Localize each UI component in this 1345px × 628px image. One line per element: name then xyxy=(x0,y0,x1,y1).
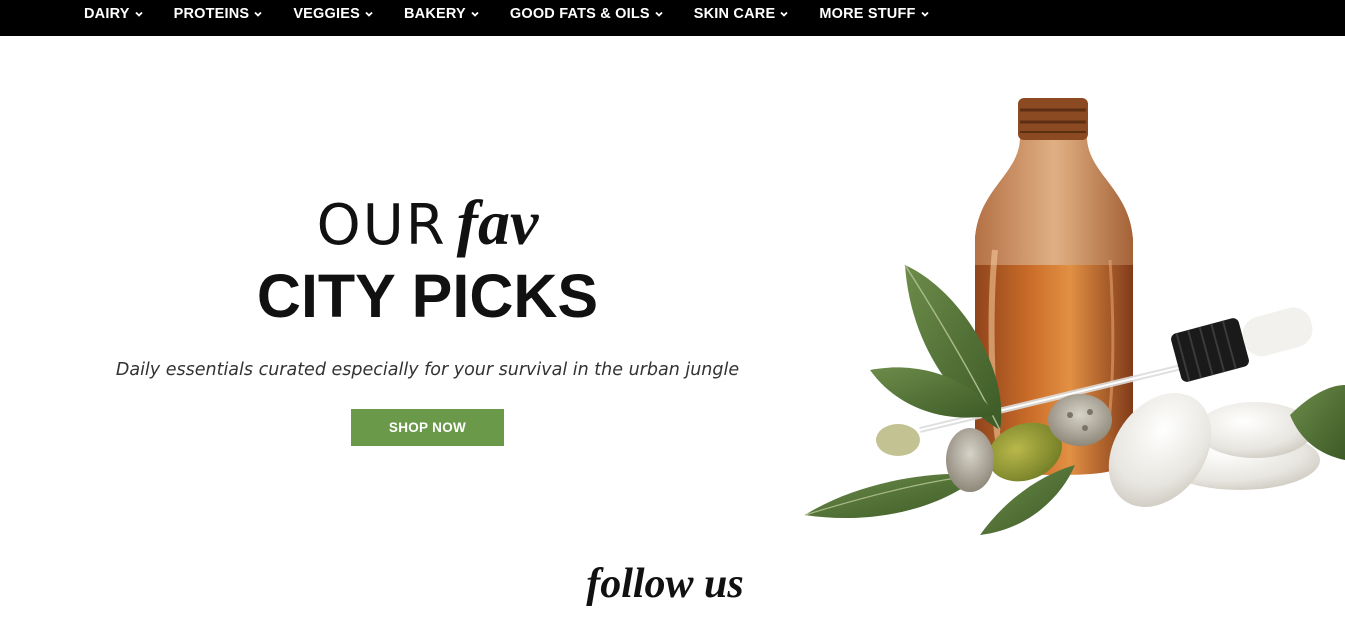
top-navigation: DAIRY PROTEINS VEGGIES BAKERY GOOD FATS … xyxy=(0,0,1345,36)
nav-item-label: PROTEINS xyxy=(173,5,250,22)
nav-item-label: GOOD FATS & OILS xyxy=(509,5,650,22)
chevron-down-icon xyxy=(779,9,789,19)
nav-menu: DAIRY PROTEINS VEGGIES BAKERY GOOD FATS … xyxy=(84,0,960,27)
chevron-down-icon xyxy=(134,9,144,19)
chevron-down-icon xyxy=(470,9,480,19)
chevron-down-icon xyxy=(654,9,664,19)
nav-item-label: MORE STUFF xyxy=(819,5,916,22)
nav-item-proteins[interactable]: PROTEINS xyxy=(174,6,264,22)
nav-item-skin-care[interactable]: SKIN CARE xyxy=(694,6,790,22)
follow-us-heading: follow us xyxy=(586,561,744,607)
hero-title-city-picks: CITY PICKS xyxy=(256,262,599,330)
nav-item-bakery[interactable]: BAKERY xyxy=(404,6,480,22)
nav-item-label: BAKERY xyxy=(403,5,466,22)
hero-product-image xyxy=(790,80,1345,550)
hero-subtitle: Daily essentials curated especially for … xyxy=(115,360,740,380)
shop-now-button[interactable]: SHOP NOW xyxy=(351,409,504,446)
chevron-down-icon xyxy=(364,9,374,19)
nav-item-label: SKIN CARE xyxy=(693,5,776,22)
page: DAIRY PROTEINS VEGGIES BAKERY GOOD FATS … xyxy=(0,0,1345,628)
nav-item-label: DAIRY xyxy=(84,5,130,22)
hero-title-our: OUR xyxy=(316,193,447,258)
chevron-down-icon xyxy=(253,9,263,19)
nav-item-label: VEGGIES xyxy=(293,5,360,22)
nav-item-dairy[interactable]: DAIRY xyxy=(84,6,144,22)
chevron-down-icon xyxy=(920,9,930,19)
nav-item-good-fats-oils[interactable]: GOOD FATS & OILS xyxy=(510,6,664,22)
nav-item-more-stuff[interactable]: MORE STUFF xyxy=(819,6,929,22)
hero-title: OUR fav xyxy=(200,188,655,261)
nav-item-veggies[interactable]: VEGGIES xyxy=(293,6,374,22)
hero-title-fav: fav xyxy=(456,187,539,258)
